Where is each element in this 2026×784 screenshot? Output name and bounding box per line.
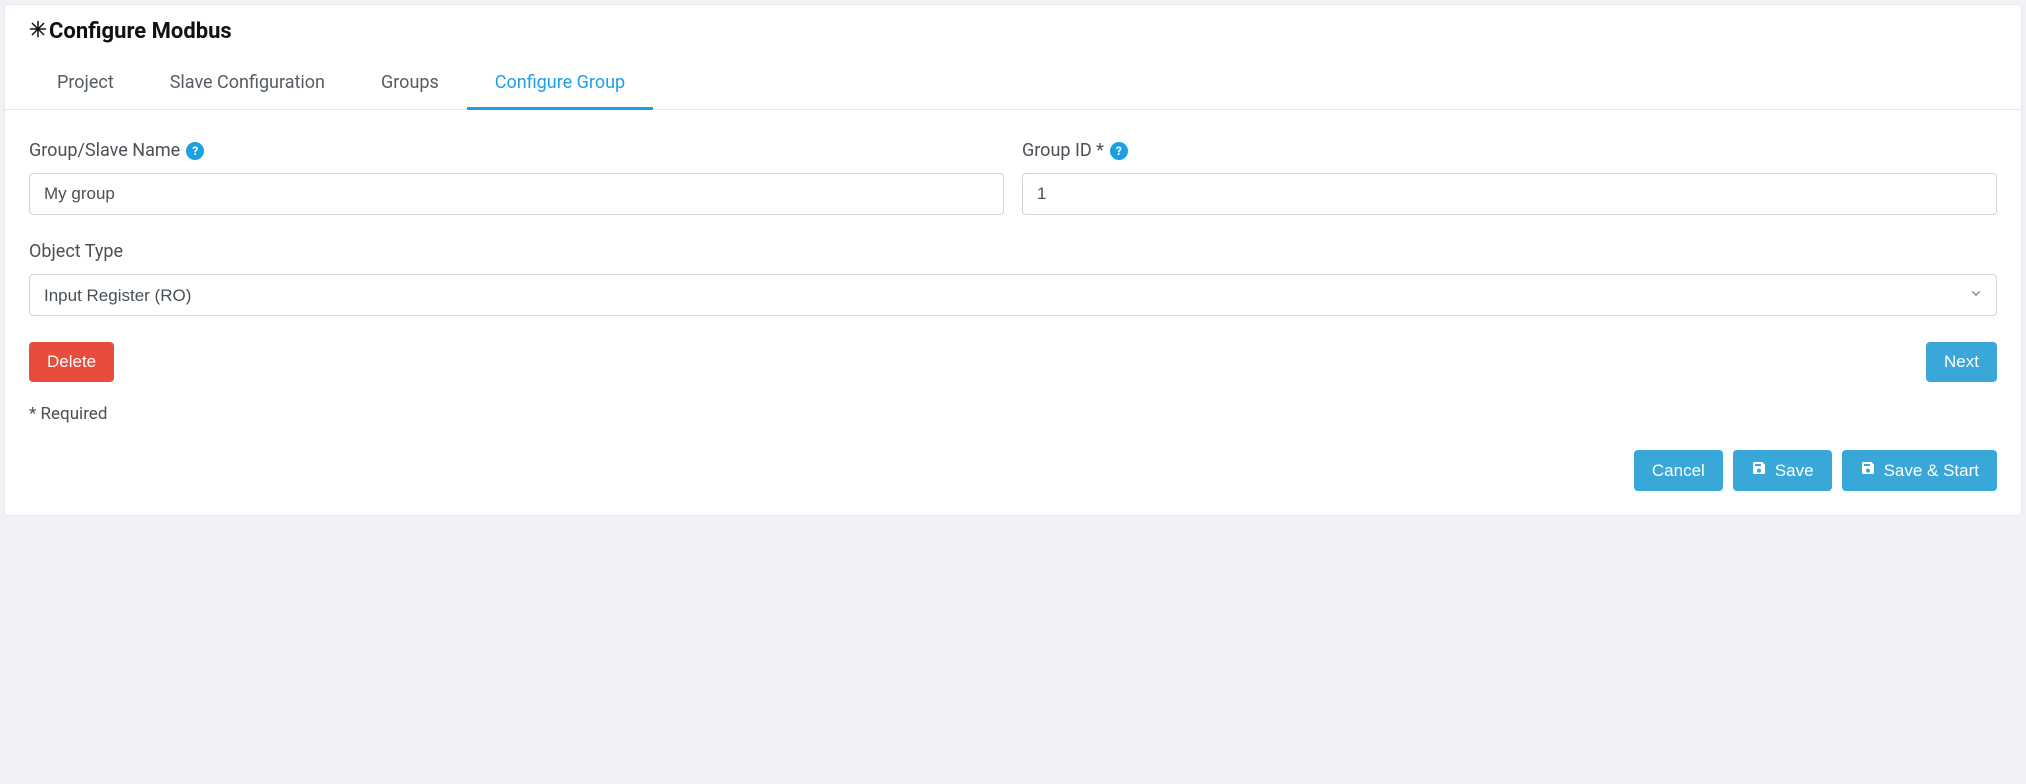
required-note: * Required <box>29 404 1997 424</box>
group-id-label: Group ID * <box>1022 140 1104 161</box>
group-name-label: Group/Slave Name <box>29 140 180 161</box>
save-button-label: Save <box>1775 461 1814 481</box>
object-type-label: Object Type <box>29 241 123 262</box>
cancel-button[interactable]: Cancel <box>1634 450 1723 491</box>
delete-button[interactable]: Delete <box>29 342 114 382</box>
save-icon <box>1860 460 1876 481</box>
tab-configure-group[interactable]: Configure Group <box>467 62 653 110</box>
actions-row: Delete Next <box>29 342 1997 382</box>
object-type-label-row: Object Type <box>29 241 1997 262</box>
save-start-button[interactable]: Save & Start <box>1842 450 1997 491</box>
form-row-object-type: Object Type Input Register (RO) <box>29 241 1997 316</box>
group-id-label-row: Group ID * ? <box>1022 140 1997 161</box>
save-button[interactable]: Save <box>1733 450 1832 491</box>
group-name-field-group: Group/Slave Name ? <box>29 140 1004 215</box>
form-row-name-id: Group/Slave Name ? Group ID * ? <box>29 140 1997 215</box>
group-id-field-group: Group ID * ? <box>1022 140 1997 215</box>
config-card: Configure Modbus Project Slave Configura… <box>4 4 2022 516</box>
tabs: Project Slave Configuration Groups Confi… <box>5 62 2021 110</box>
object-type-select-wrap: Input Register (RO) <box>29 274 1997 316</box>
card-body: Group/Slave Name ? Group ID * ? Object T… <box>5 110 2021 515</box>
object-type-field-group: Object Type Input Register (RO) <box>29 241 1997 316</box>
group-name-label-row: Group/Slave Name ? <box>29 140 1004 161</box>
save-icon <box>1751 460 1767 481</box>
tab-groups[interactable]: Groups <box>353 62 467 110</box>
page-title-row: Configure Modbus <box>29 19 1997 44</box>
save-start-button-label: Save & Start <box>1884 461 1979 481</box>
tab-project[interactable]: Project <box>29 62 142 110</box>
snowflake-icon <box>29 19 47 44</box>
tab-slave-configuration[interactable]: Slave Configuration <box>142 62 353 110</box>
next-button[interactable]: Next <box>1926 342 1997 382</box>
help-icon[interactable]: ? <box>1110 142 1128 160</box>
card-header: Configure Modbus Project Slave Configura… <box>5 5 2021 110</box>
group-name-input[interactable] <box>29 173 1004 215</box>
object-type-select[interactable]: Input Register (RO) <box>29 274 1997 316</box>
page-title: Configure Modbus <box>49 19 232 44</box>
help-icon[interactable]: ? <box>186 142 204 160</box>
footer-actions: Cancel Save Save & Start <box>29 450 1997 491</box>
group-id-input[interactable] <box>1022 173 1997 215</box>
